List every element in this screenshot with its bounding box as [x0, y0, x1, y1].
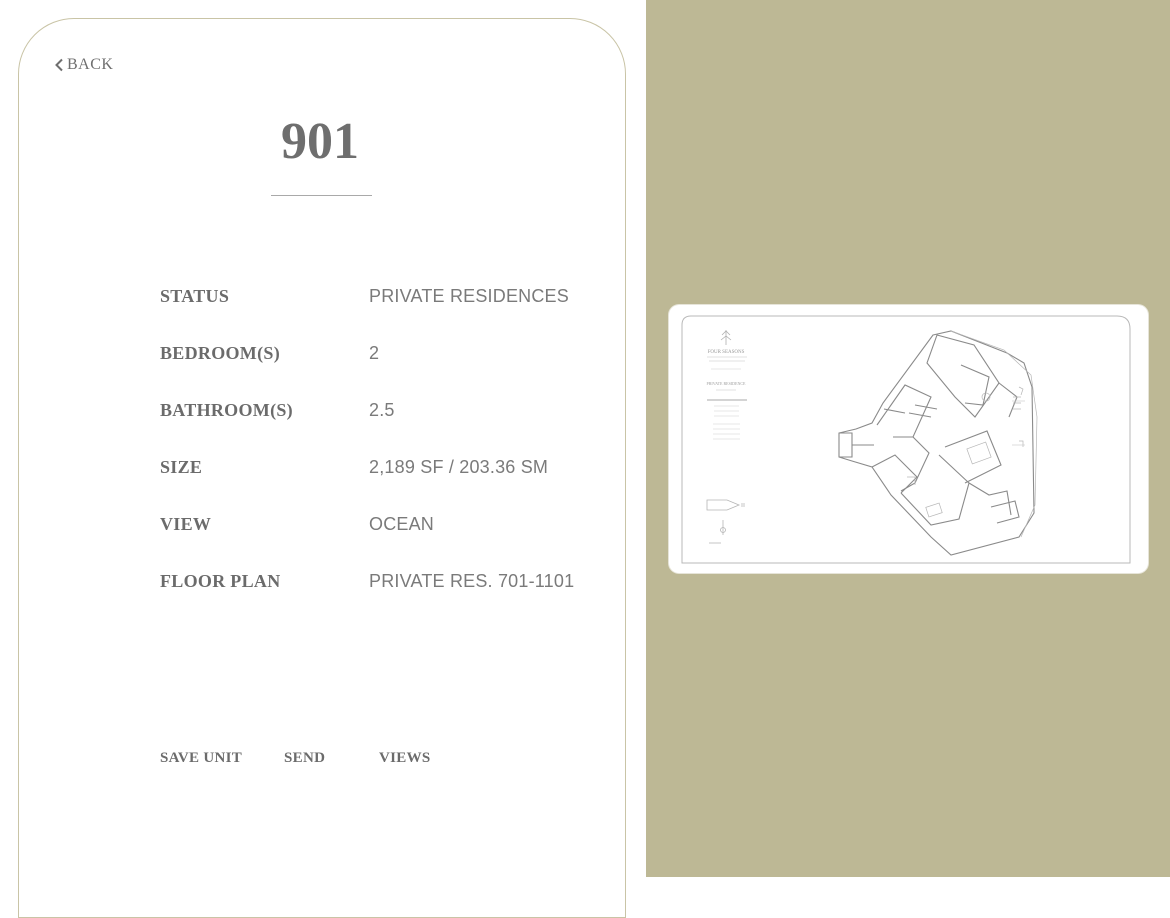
- four-seasons-logo: [720, 330, 732, 345]
- save-unit-button[interactable]: SAVE UNIT: [160, 750, 242, 767]
- detail-label: STATUS: [160, 285, 230, 306]
- detail-row-bedrooms: BEDROOM(S) 2: [160, 341, 600, 365]
- floor-plan-outline: [838, 330, 1035, 556]
- chevron-left-icon: [55, 58, 63, 72]
- floor-plan-thumbnail[interactable]: FOUR SEASONS PRIVATE RESIDENCE: [669, 305, 1148, 573]
- detail-row-floor-plan: FLOOR PLAN PRIVATE RES. 701-1101: [160, 569, 600, 593]
- detail-value: PRIVATE RES. 701-1101: [369, 570, 575, 591]
- detail-label: BEDROOM(S): [160, 342, 280, 363]
- back-label: BACK: [67, 56, 114, 73]
- detail-value: OCEAN: [369, 513, 435, 534]
- unit-number-title: 901: [281, 113, 359, 170]
- back-button[interactable]: BACK: [54, 56, 113, 74]
- detail-row-status: STATUS PRIVATE RESIDENCES: [160, 284, 600, 308]
- key-plan-diagram: [706, 499, 745, 544]
- detail-label: VIEW: [160, 513, 212, 534]
- plan-residence-label: PRIVATE RESIDENCE: [707, 381, 746, 386]
- detail-row-bathrooms: BATHROOM(S) 2.5: [160, 398, 600, 422]
- detail-value: 2: [369, 342, 380, 363]
- detail-label: BATHROOM(S): [160, 399, 293, 420]
- detail-label: SIZE: [160, 456, 203, 477]
- detail-row-size: SIZE 2,189 SF / 203.36 SM: [160, 455, 600, 479]
- detail-label: FLOOR PLAN: [160, 570, 281, 591]
- detail-value: 2,189 SF / 203.36 SM: [369, 456, 549, 477]
- views-button[interactable]: VIEWS: [379, 750, 431, 767]
- detail-value: 2.5: [369, 399, 395, 420]
- detail-row-view: VIEW OCEAN: [160, 512, 600, 536]
- detail-value: PRIVATE RESIDENCES: [369, 285, 569, 306]
- title-divider: [271, 195, 372, 196]
- floor-plan-drawing: FOUR SEASONS PRIVATE RESIDENCE: [681, 315, 1131, 564]
- plan-brand: FOUR SEASONS: [708, 350, 745, 355]
- send-button[interactable]: SEND: [284, 750, 325, 767]
